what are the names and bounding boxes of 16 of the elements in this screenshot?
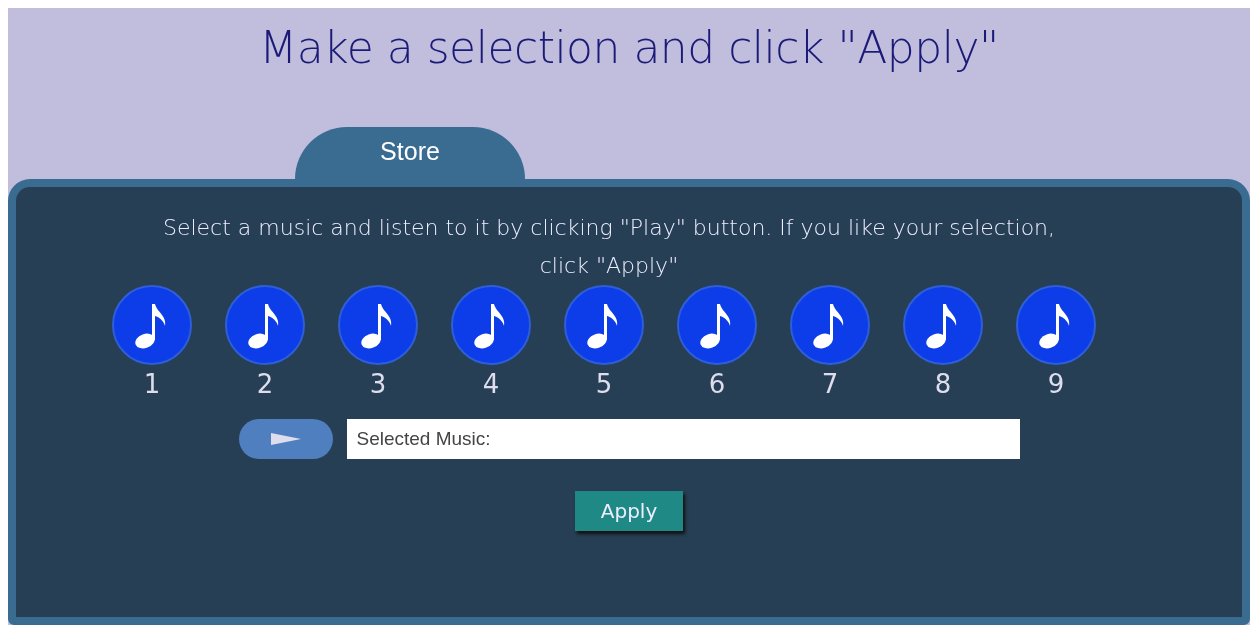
track-number: 7: [821, 369, 839, 399]
page-title: Make a selection and click "Apply": [258, 22, 1000, 73]
track-number: 2: [256, 369, 274, 399]
play-button[interactable]: [238, 419, 333, 459]
track-number: 1: [143, 369, 161, 399]
track-number: 9: [1047, 369, 1065, 399]
track-number: 4: [482, 369, 500, 399]
apply-button[interactable]: Apply: [575, 491, 683, 531]
instruction-text: Select a music and listen to it by clicking "Play" button. If you like your selection, click "Apply": [161, 214, 1057, 280]
store-tab[interactable]: Store: [295, 127, 525, 179]
play-icon: [270, 431, 301, 447]
track-number: 5: [595, 369, 613, 399]
track-number: 3: [369, 369, 387, 399]
selected-music-field[interactable]: Selected Music:: [346, 419, 1020, 459]
track-number: 6: [708, 369, 726, 399]
track-number: 8: [934, 369, 952, 399]
